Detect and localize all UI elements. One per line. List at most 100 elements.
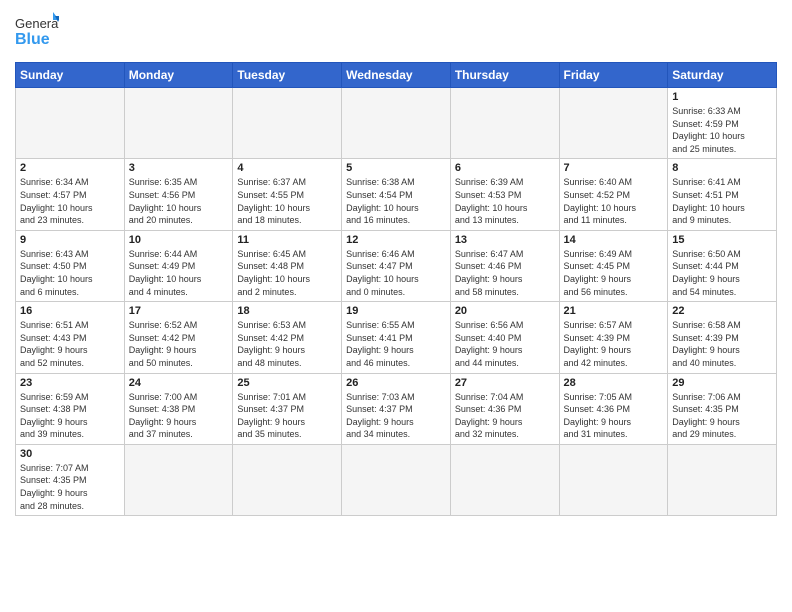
calendar-cell: [559, 88, 668, 159]
day-number: 24: [129, 377, 229, 389]
calendar-cell: 15 Sunrise: 6:50 AM Sunset: 4:44 PM Dayli…: [668, 230, 777, 301]
day-number: 11: [237, 234, 337, 246]
calendar-week-row: 2 Sunrise: 6:34 AM Sunset: 4:57 PM Daylig…: [16, 159, 777, 230]
calendar-cell: [668, 444, 777, 515]
calendar-cell: 17 Sunrise: 6:52 AM Sunset: 4:42 PM Dayli…: [124, 302, 233, 373]
calendar-cell: 26Sunrise: 7:03 AM Sunset: 4:37 PM Dayli…: [342, 373, 451, 444]
day-info: Sunrise: 6:59 AM Sunset: 4:38 PM Dayligh…: [20, 391, 120, 441]
calendar-cell: [16, 88, 125, 159]
day-info: Sunrise: 6:56 AM Sunset: 4:40 PM Dayligh…: [455, 319, 555, 369]
day-info: Sunrise: 6:53 AM Sunset: 4:42 PM Dayligh…: [237, 319, 337, 369]
weekday-header-wednesday: Wednesday: [342, 63, 451, 88]
calendar-cell: [124, 444, 233, 515]
day-number: 12: [346, 234, 446, 246]
calendar-cell: 19Sunrise: 6:55 AM Sunset: 4:41 PM Dayli…: [342, 302, 451, 373]
calendar-cell: [559, 444, 668, 515]
day-number: 9: [20, 234, 120, 246]
calendar-cell: 28 Sunrise: 7:05 AM Sunset: 4:36 PM Dayli…: [559, 373, 668, 444]
day-info: Sunrise: 6:34 AM Sunset: 4:57 PM Dayligh…: [20, 176, 120, 226]
calendar-cell: 8Sunrise: 6:41 AM Sunset: 4:51 PM Daylig…: [668, 159, 777, 230]
calendar-cell: 11 Sunrise: 6:45 AM Sunset: 4:48 PM Dayli…: [233, 230, 342, 301]
weekday-header-friday: Friday: [559, 63, 668, 88]
day-info: Sunrise: 7:05 AM Sunset: 4:36 PM Dayligh…: [564, 391, 664, 441]
weekday-header-saturday: Saturday: [668, 63, 777, 88]
day-number: 2: [20, 162, 120, 174]
calendar-cell: 2 Sunrise: 6:34 AM Sunset: 4:57 PM Daylig…: [16, 159, 125, 230]
day-number: 10: [129, 234, 229, 246]
weekday-header-monday: Monday: [124, 63, 233, 88]
day-number: 16: [20, 305, 120, 317]
day-info: Sunrise: 6:52 AM Sunset: 4:42 PM Dayligh…: [129, 319, 229, 369]
day-number: 27: [455, 377, 555, 389]
calendar-cell: 10 Sunrise: 6:44 AM Sunset: 4:49 PM Dayli…: [124, 230, 233, 301]
day-number: 1: [672, 91, 772, 103]
day-number: 23: [20, 377, 120, 389]
weekday-header-tuesday: Tuesday: [233, 63, 342, 88]
calendar-cell: 4 Sunrise: 6:37 AM Sunset: 4:55 PM Daylig…: [233, 159, 342, 230]
calendar-cell: 23 Sunrise: 6:59 AM Sunset: 4:38 PM Dayli…: [16, 373, 125, 444]
calendar-week-row: 23 Sunrise: 6:59 AM Sunset: 4:38 PM Dayli…: [16, 373, 777, 444]
calendar-cell: 9 Sunrise: 6:43 AM Sunset: 4:50 PM Daylig…: [16, 230, 125, 301]
page: General Blue SundayMondayTuesdayWednesda…: [0, 0, 792, 612]
day-number: 13: [455, 234, 555, 246]
header: General Blue: [15, 10, 777, 54]
day-number: 21: [564, 305, 664, 317]
calendar-week-row: 16Sunrise: 6:51 AM Sunset: 4:43 PM Dayli…: [16, 302, 777, 373]
day-number: 15: [672, 234, 772, 246]
logo-svg: General Blue: [15, 10, 59, 54]
svg-text:Blue: Blue: [15, 31, 50, 48]
day-number: 26: [346, 377, 446, 389]
day-number: 4: [237, 162, 337, 174]
day-info: Sunrise: 7:00 AM Sunset: 4:38 PM Dayligh…: [129, 391, 229, 441]
day-number: 3: [129, 162, 229, 174]
day-number: 22: [672, 305, 772, 317]
weekday-header-sunday: Sunday: [16, 63, 125, 88]
day-number: 17: [129, 305, 229, 317]
calendar-week-row: 9 Sunrise: 6:43 AM Sunset: 4:50 PM Daylig…: [16, 230, 777, 301]
weekday-header-thursday: Thursday: [450, 63, 559, 88]
calendar-cell: [450, 444, 559, 515]
day-info: Sunrise: 6:40 AM Sunset: 4:52 PM Dayligh…: [564, 176, 664, 226]
day-number: 5: [346, 162, 446, 174]
day-number: 20: [455, 305, 555, 317]
day-info: Sunrise: 7:07 AM Sunset: 4:35 PM Dayligh…: [20, 462, 120, 512]
calendar-cell: 18Sunrise: 6:53 AM Sunset: 4:42 PM Dayli…: [233, 302, 342, 373]
calendar-cell: 1 Sunrise: 6:33 AM Sunset: 4:59 PM Daylig…: [668, 88, 777, 159]
day-number: 28: [564, 377, 664, 389]
calendar-cell: [342, 444, 451, 515]
day-info: Sunrise: 6:43 AM Sunset: 4:50 PM Dayligh…: [20, 248, 120, 298]
day-info: Sunrise: 6:46 AM Sunset: 4:47 PM Dayligh…: [346, 248, 446, 298]
day-info: Sunrise: 6:44 AM Sunset: 4:49 PM Dayligh…: [129, 248, 229, 298]
day-info: Sunrise: 6:55 AM Sunset: 4:41 PM Dayligh…: [346, 319, 446, 369]
calendar-cell: [124, 88, 233, 159]
svg-text:General: General: [15, 16, 59, 31]
calendar-cell: 5 Sunrise: 6:38 AM Sunset: 4:54 PM Daylig…: [342, 159, 451, 230]
day-number: 8: [672, 162, 772, 174]
calendar-cell: 7Sunrise: 6:40 AM Sunset: 4:52 PM Daylig…: [559, 159, 668, 230]
day-info: Sunrise: 7:06 AM Sunset: 4:35 PM Dayligh…: [672, 391, 772, 441]
day-info: Sunrise: 6:33 AM Sunset: 4:59 PM Dayligh…: [672, 105, 772, 155]
day-info: Sunrise: 6:49 AM Sunset: 4:45 PM Dayligh…: [564, 248, 664, 298]
day-info: Sunrise: 6:47 AM Sunset: 4:46 PM Dayligh…: [455, 248, 555, 298]
calendar-cell: 14Sunrise: 6:49 AM Sunset: 4:45 PM Dayli…: [559, 230, 668, 301]
calendar-cell: 20 Sunrise: 6:56 AM Sunset: 4:40 PM Dayli…: [450, 302, 559, 373]
calendar-cell: 6 Sunrise: 6:39 AM Sunset: 4:53 PM Daylig…: [450, 159, 559, 230]
day-info: Sunrise: 6:37 AM Sunset: 4:55 PM Dayligh…: [237, 176, 337, 226]
calendar-cell: [233, 88, 342, 159]
calendar-week-row: 30Sunrise: 7:07 AM Sunset: 4:35 PM Dayli…: [16, 444, 777, 515]
day-info: Sunrise: 6:50 AM Sunset: 4:44 PM Dayligh…: [672, 248, 772, 298]
day-number: 6: [455, 162, 555, 174]
calendar-cell: 25Sunrise: 7:01 AM Sunset: 4:37 PM Dayli…: [233, 373, 342, 444]
calendar-cell: 3 Sunrise: 6:35 AM Sunset: 4:56 PM Daylig…: [124, 159, 233, 230]
calendar-cell: 22 Sunrise: 6:58 AM Sunset: 4:39 PM Dayli…: [668, 302, 777, 373]
day-info: Sunrise: 6:45 AM Sunset: 4:48 PM Dayligh…: [237, 248, 337, 298]
calendar-cell: 16Sunrise: 6:51 AM Sunset: 4:43 PM Dayli…: [16, 302, 125, 373]
calendar-cell: 30Sunrise: 7:07 AM Sunset: 4:35 PM Dayli…: [16, 444, 125, 515]
day-info: Sunrise: 6:38 AM Sunset: 4:54 PM Dayligh…: [346, 176, 446, 226]
day-info: Sunrise: 6:58 AM Sunset: 4:39 PM Dayligh…: [672, 319, 772, 369]
calendar-cell: 12 Sunrise: 6:46 AM Sunset: 4:47 PM Dayli…: [342, 230, 451, 301]
day-info: Sunrise: 6:35 AM Sunset: 4:56 PM Dayligh…: [129, 176, 229, 226]
calendar-cell: 27Sunrise: 7:04 AM Sunset: 4:36 PM Dayli…: [450, 373, 559, 444]
calendar-week-row: 1 Sunrise: 6:33 AM Sunset: 4:59 PM Daylig…: [16, 88, 777, 159]
day-info: Sunrise: 6:39 AM Sunset: 4:53 PM Dayligh…: [455, 176, 555, 226]
